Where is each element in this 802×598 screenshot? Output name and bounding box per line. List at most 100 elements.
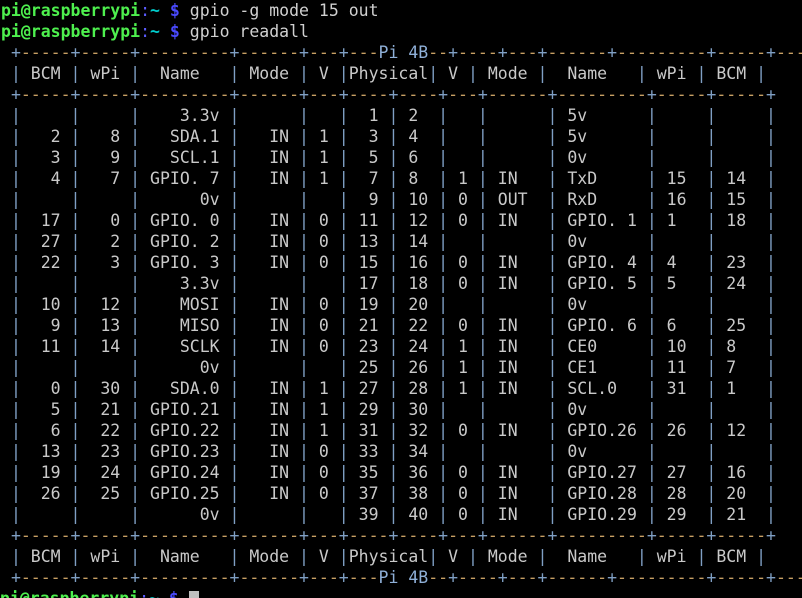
table-row: | | | 0v | | | 9 | 10 | 0 | OUT | RxD | …	[10, 190, 776, 209]
column-header: Mode	[477, 64, 538, 83]
cell-v-left	[309, 505, 339, 524]
cell-physical-right: 12	[398, 211, 439, 230]
cell-physical-right: 30	[398, 400, 439, 419]
cell-bcm-left: 11	[20, 337, 71, 356]
cell-v-right	[448, 232, 478, 251]
cell-mode-left: IN	[239, 295, 300, 314]
cell-name-right: CE0	[557, 337, 647, 356]
table-row: | 6 | 22 | GPIO.22 | IN | 1 | 31 | 32 | …	[10, 421, 776, 440]
table-header-top: | BCM | wPi | Name | Mode | V |Physical|…	[10, 64, 767, 83]
prompt-space-2	[180, 22, 190, 41]
column-header: BCM	[20, 64, 71, 83]
cell-physical-right: 14	[398, 232, 439, 251]
table-row: | | | 0v | | | 25 | 26 | 1 | IN | CE1 | …	[10, 358, 776, 377]
cell-v-right	[448, 400, 478, 419]
cell-mode-left: IN	[239, 169, 300, 188]
cell-mode-right	[488, 106, 548, 125]
cell-name-left: SDA.1	[140, 127, 230, 146]
table-row: | 26 | 25 | GPIO.25 | IN | 0 | 37 | 38 |…	[10, 484, 776, 503]
cell-physical-left: 39	[348, 505, 389, 524]
cell-mode-right: OUT	[487, 190, 548, 209]
cell-physical-left: 29	[348, 400, 389, 419]
column-header: Name	[140, 547, 230, 566]
cell-name-right: 0v	[557, 295, 647, 314]
column-header: wPi	[646, 64, 697, 83]
cell-v-right: 0	[448, 190, 478, 209]
cell-mode-right: IN	[487, 211, 548, 230]
cell-physical-left: 19	[348, 295, 389, 314]
cell-bcm-right	[716, 295, 766, 314]
cell-v-right: 1	[448, 169, 478, 188]
cell-mode-left: IN	[239, 484, 300, 503]
cell-mode-left: IN	[239, 421, 300, 440]
cell-physical-right: 26	[398, 358, 439, 377]
cell-wpi-right: 31	[656, 379, 707, 398]
table-row: | 5 | 21 | GPIO.21 | IN | 1 | 29 | 30 | …	[10, 400, 776, 419]
cell-mode-left: IN	[239, 463, 300, 482]
cell-physical-right: 4	[398, 127, 439, 146]
cell-v-left: 0	[308, 337, 339, 356]
cell-physical-right: 24	[398, 337, 439, 356]
cell-physical-left: 13	[348, 232, 389, 251]
cell-name-right: 5v	[557, 127, 647, 146]
cell-mode-left	[239, 274, 299, 293]
table-row: | 2 | 8 | SDA.1 | IN | 1 | 3 | 4 | | | 5…	[10, 127, 776, 146]
cell-physical-right: 32	[398, 421, 439, 440]
column-header: V	[438, 547, 468, 566]
cell-mode-right	[488, 148, 548, 167]
cell-wpi-left	[80, 190, 130, 209]
cell-physical-left: 9	[348, 190, 389, 209]
cell-wpi-left: 24	[80, 463, 131, 482]
cell-bcm-left: 6	[20, 421, 71, 440]
cell-v-right: 0	[448, 463, 478, 482]
cell-v-right: 0	[448, 505, 478, 524]
table-row: | 0 | 30 | SDA.0 | IN | 1 | 27 | 28 | 1 …	[10, 379, 776, 398]
cell-bcm-left	[21, 505, 71, 524]
column-header: wPi	[80, 547, 131, 566]
cell-wpi-right	[657, 400, 707, 419]
cell-wpi-left: 25	[80, 484, 131, 503]
cell-physical-right: 10	[398, 190, 439, 209]
cell-physical-left: 35	[348, 463, 389, 482]
cell-physical-left: 25	[348, 358, 389, 377]
cell-wpi-left	[80, 505, 130, 524]
cell-mode-left	[239, 358, 299, 377]
column-header: V	[308, 64, 339, 83]
cell-bcm-right: 12	[716, 421, 767, 440]
cell-v-left: 0	[308, 442, 339, 461]
cell-wpi-left: 23	[80, 442, 131, 461]
cell-mode-right: IN	[487, 358, 548, 377]
cell-v-left: 1	[308, 148, 339, 167]
cell-bcm-left: 22	[20, 253, 71, 272]
cell-mode-right	[488, 442, 548, 461]
cell-bcm-left: 0	[20, 379, 71, 398]
terminal-line-prompt-next[interactable]: pi@raspberrypi:~ $	[0, 588, 802, 598]
prompt-space-2	[180, 1, 190, 20]
prompt-user-host: pi@raspberrypi	[1, 22, 141, 41]
cell-name-right: GPIO. 1	[557, 211, 647, 230]
cell-name-right: CE1	[557, 358, 647, 377]
cell-bcm-left: 5	[20, 400, 71, 419]
cell-mode-right: IN	[487, 337, 548, 356]
cell-name-right: GPIO. 6	[557, 316, 647, 335]
column-header: BCM	[20, 547, 71, 566]
cell-physical-left: 7	[348, 169, 389, 188]
column-header: V	[438, 64, 468, 83]
column-header: Physical	[348, 547, 429, 566]
cell-name-right: 5v	[557, 106, 647, 125]
cell-name-right: TxD	[557, 169, 647, 188]
cell-v-left: 0	[308, 463, 339, 482]
terminal-window[interactable]: pi@raspberrypi:~ $ gpio -g mode 15 out p…	[0, 0, 802, 598]
cell-physical-right: 6	[398, 148, 439, 167]
cell-bcm-right: 24	[716, 274, 767, 293]
table-row: | 3 | 9 | SCL.1 | IN | 1 | 5 | 6 | | | 0…	[10, 148, 776, 167]
cell-mode-left: IN	[239, 127, 300, 146]
cell-bcm-right	[716, 442, 766, 461]
cell-bcm-left: 9	[20, 316, 71, 335]
cell-v-right: 1	[448, 358, 478, 377]
column-header: Name	[140, 64, 230, 83]
table-row: | 10 | 12 | MOSI | IN | 0 | 19 | 20 | | …	[10, 295, 776, 314]
cell-physical-left: 33	[348, 442, 389, 461]
cell-wpi-left: 3	[80, 253, 131, 272]
cell-wpi-right: 29	[656, 505, 707, 524]
